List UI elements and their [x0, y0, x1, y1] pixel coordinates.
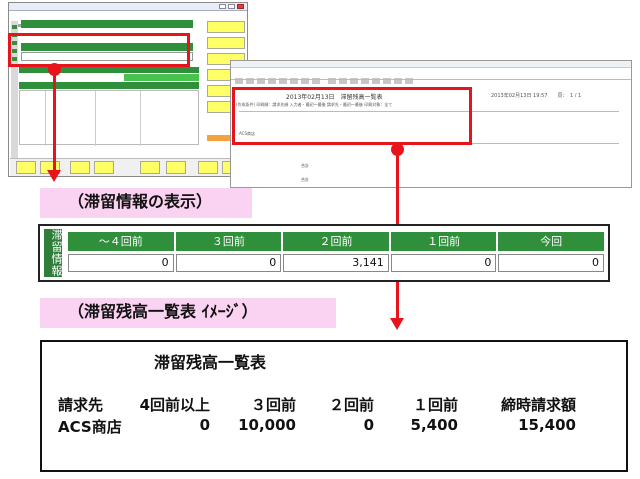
arrow-down-icon: [390, 318, 404, 330]
stay-value-1-before: 0: [390, 254, 497, 272]
connector-line: [53, 70, 56, 170]
app-titlebar: [9, 3, 247, 11]
app-window-screenshot: [8, 2, 248, 177]
app-side-button[interactable]: [207, 37, 245, 49]
caption-stay-info: （滞留情報の表示）: [40, 188, 252, 218]
report-cell-1-before: 5,400: [410, 416, 458, 434]
minimize-icon[interactable]: [219, 4, 226, 9]
function-key-button[interactable]: [140, 161, 160, 174]
stay-info-highlight-box: [8, 33, 190, 67]
function-key-button[interactable]: [198, 161, 218, 174]
app-side-button[interactable]: [207, 21, 245, 33]
stay-info-panel: 滞留情報 ～４回前 ３回前 ２回前 １回前 今回 0 0 3,141 0 0: [38, 224, 610, 282]
app-function-key-bar[interactable]: [10, 158, 247, 176]
stay-info-value-row: 0 0 3,141 0 0: [68, 254, 604, 272]
report-image-box: 滞留残高一覧表 請求先 4回前以上 ３回前 ２回前 １回前 締時請求額 ACS商…: [40, 340, 628, 472]
report-cell-customer: ACS商店: [58, 418, 122, 436]
maximize-icon[interactable]: [228, 4, 235, 9]
app-list-header: [19, 82, 199, 89]
arrow-down-icon: [47, 170, 61, 182]
preview-row: 合計: [301, 163, 309, 168]
report-col-closing-amount: 締時請求額: [500, 396, 576, 414]
report-highlight-box: [232, 87, 472, 145]
stay-value-current: 0: [498, 254, 604, 272]
app-list-area[interactable]: [19, 90, 199, 146]
report-cell-closing-amount: 15,400: [518, 416, 576, 434]
stay-info-header-row: ～４回前 ３回前 ２回前 １回前 今回: [68, 232, 604, 251]
preview-titlebar: [231, 61, 631, 68]
stay-header-3-before: ３回前: [175, 232, 284, 251]
stay-header-4-before: ～４回前: [68, 232, 176, 251]
report-cell-4-before-or-more: 0: [199, 416, 210, 434]
report-col-4-before-or-more: 4回前以上: [139, 396, 210, 414]
report-cell-2-before: 0: [363, 416, 374, 434]
function-key-button[interactable]: [166, 161, 186, 174]
stay-header-current: 今回: [498, 232, 604, 251]
stay-header-2-before: ２回前: [283, 232, 391, 251]
close-icon[interactable]: [237, 4, 244, 9]
stay-value-3-before: 0: [175, 254, 282, 272]
report-col-1-before: １回前: [412, 396, 458, 414]
report-cell-3-before: 10,000: [238, 416, 296, 434]
stay-value-4-before: 0: [68, 254, 174, 272]
stay-header-1-before: １回前: [390, 232, 499, 251]
report-title: 滞留残高一覧表: [154, 353, 267, 372]
function-key-button[interactable]: [16, 161, 36, 174]
app-header-bar: [21, 20, 193, 28]
caption-report-image: （滞留残高一覧表 ｲﾒｰｼﾞ）: [40, 298, 336, 328]
stay-info-side-label: 滞留情報: [44, 229, 63, 277]
stay-value-2-before: 3,141: [283, 254, 389, 272]
preview-toolbar[interactable]: [235, 69, 535, 84]
app-menubar[interactable]: [13, 12, 193, 27]
preview-divider: [231, 79, 631, 80]
function-key-button[interactable]: [70, 161, 90, 174]
app-section-highlight: [124, 74, 199, 81]
app-section-bar: [19, 67, 199, 73]
preview-row: 合計: [301, 177, 309, 182]
preview-document-date: 2013年02月13日 19:57 頁： 1 / 1: [491, 93, 582, 99]
report-col-customer: 請求先: [58, 396, 104, 414]
report-col-2-before: ２回前: [328, 396, 374, 414]
function-key-button[interactable]: [94, 161, 114, 174]
report-col-3-before: ３回前: [250, 396, 296, 414]
